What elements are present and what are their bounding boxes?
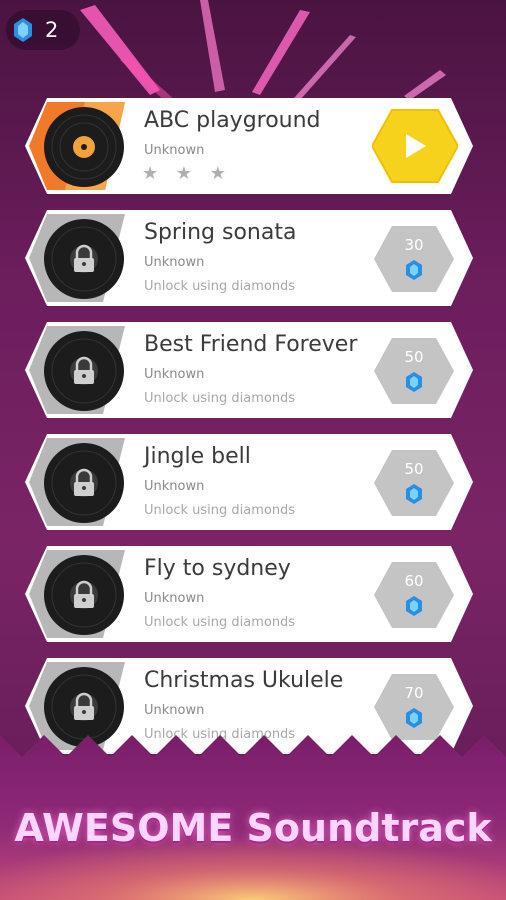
unlock-price: 30 <box>404 236 424 254</box>
diamond-counter[interactable]: 2 <box>6 10 80 50</box>
song-artist: Unknown <box>144 703 205 718</box>
unlock-price-button[interactable] <box>374 672 454 742</box>
diamond-icon <box>406 596 422 616</box>
unlock-price-button[interactable] <box>374 336 454 406</box>
diamond-icon <box>406 708 422 728</box>
song-title: Best Friend Forever <box>144 332 358 357</box>
song-artist: Unknown <box>144 255 205 270</box>
song-row[interactable]: Jingle bell Unknown Unlock using diamond… <box>25 434 473 530</box>
unlock-hint: Unlock using diamonds <box>144 615 296 630</box>
locked-disc-icon <box>44 331 124 411</box>
locked-disc-icon <box>44 443 124 523</box>
song-title: Spring sonata <box>144 220 297 245</box>
promo-banner-title: AWESOME Soundtrack <box>14 806 492 850</box>
unlock-price-button[interactable] <box>374 560 454 630</box>
locked-disc-icon <box>44 219 124 299</box>
song-row[interactable]: Spring sonata Unknown Unlock using diamo… <box>25 210 473 306</box>
song-title: Christmas Ukulele <box>144 668 344 693</box>
diamond-icon <box>14 18 32 42</box>
diamond-icon <box>406 372 422 392</box>
song-title: Jingle bell <box>144 444 251 469</box>
song-row[interactable]: ABC playground Unknown ★ ★ ★ <box>25 98 473 194</box>
song-title: ABC playground <box>144 108 321 133</box>
unlock-price: 50 <box>404 348 424 366</box>
song-artist: Unknown <box>144 367 205 382</box>
diamond-icon <box>406 484 422 504</box>
song-artist: Unknown <box>144 479 205 494</box>
unlock-price: 70 <box>404 684 424 702</box>
unlock-price-button[interactable] <box>374 448 454 518</box>
unlock-price-button[interactable] <box>374 224 454 294</box>
song-row[interactable]: Best Friend Forever Unknown Unlock using… <box>25 322 473 418</box>
unlock-price: 60 <box>404 572 424 590</box>
diamond-icon <box>406 260 422 280</box>
song-artist: Unknown <box>144 143 205 158</box>
vinyl-disc-icon <box>44 107 124 187</box>
play-button[interactable] <box>372 108 458 184</box>
star-rating: ★ ★ ★ <box>142 163 232 184</box>
top-bar: 2 <box>0 0 506 60</box>
diamond-count: 2 <box>45 18 59 42</box>
song-row[interactable]: Fly to sydney Unknown Unlock using diamo… <box>25 546 473 642</box>
song-artist: Unknown <box>144 591 205 606</box>
unlock-hint: Unlock using diamonds <box>144 391 296 406</box>
unlock-price: 50 <box>404 460 424 478</box>
locked-disc-icon <box>44 555 124 635</box>
song-title: Fly to sydney <box>144 556 291 581</box>
unlock-hint: Unlock using diamonds <box>144 503 296 518</box>
unlock-hint: Unlock using diamonds <box>144 279 296 294</box>
